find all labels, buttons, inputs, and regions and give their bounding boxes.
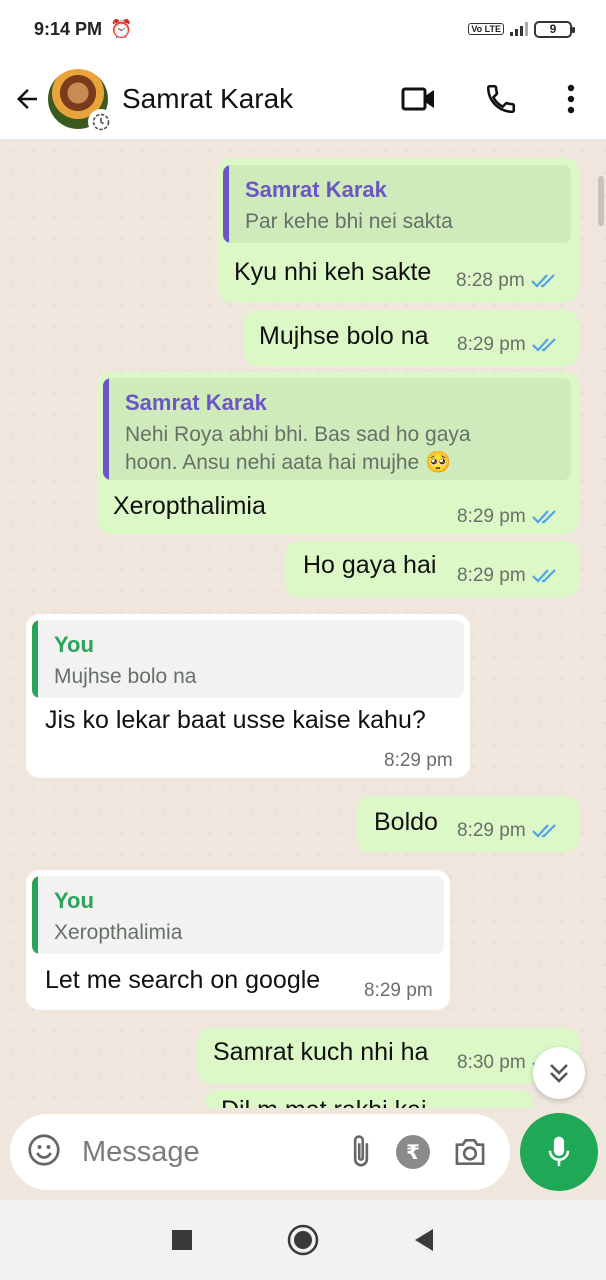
message-text: Kyu nhi keh sakte bbox=[234, 258, 432, 286]
voice-call-icon bbox=[486, 84, 516, 113]
status-indicators: Vo LTE 9 bbox=[468, 20, 575, 38]
message-meta: 8:29 pm bbox=[457, 565, 560, 587]
message-meta: 8:29 pm bbox=[457, 820, 560, 842]
message-composer: Message ₹ bbox=[10, 1114, 510, 1190]
camera-button[interactable] bbox=[452, 1136, 488, 1168]
quote-text: Xeropthalimia bbox=[54, 921, 183, 944]
disappearing-timer-icon bbox=[88, 108, 114, 135]
camera-icon bbox=[455, 1139, 485, 1165]
message-bubble[interactable]: Ho gaya hai 8:29 pm bbox=[285, 541, 579, 597]
message-bubble[interactable]: Mujhse bolo na 8:29 pm bbox=[243, 310, 579, 366]
quote-author: You bbox=[54, 888, 94, 913]
message-time: 8:29 pm bbox=[457, 506, 526, 527]
quote-author: Samrat Karak bbox=[245, 177, 387, 202]
read-ticks-icon bbox=[531, 338, 556, 352]
message-bubble[interactable]: Samrat Karak Nehi Roya abhi bhi. Bas sad… bbox=[97, 372, 579, 534]
status-bar: 9:14 PM ⏰ Vo LTE 9 bbox=[0, 0, 606, 58]
volte-badge: Vo LTE bbox=[468, 23, 504, 35]
message-meta: 8:29 pm bbox=[364, 980, 433, 1002]
quote-author: Samrat Karak bbox=[125, 390, 267, 415]
read-ticks-icon bbox=[530, 274, 555, 288]
voice-message-button[interactable] bbox=[520, 1113, 598, 1191]
avatar[interactable] bbox=[48, 68, 114, 135]
quoted-message[interactable]: Samrat Karak Par kehe bhi nei sakta bbox=[223, 165, 571, 243]
message-input[interactable]: Message bbox=[82, 1136, 348, 1169]
emoji-icon bbox=[28, 1133, 60, 1166]
attach-icon bbox=[353, 1135, 369, 1167]
video-call-icon bbox=[401, 87, 434, 110]
back-button[interactable] bbox=[0, 58, 54, 140]
scrollbar[interactable] bbox=[598, 176, 604, 226]
system-nav-bar bbox=[0, 1200, 606, 1280]
back-arrow-icon bbox=[17, 88, 37, 109]
message-bubble[interactable]: Boldo 8:29 pm bbox=[357, 796, 579, 852]
message-bubble[interactable]: Samrat Karak Par kehe bhi nei sakta Kyu … bbox=[217, 158, 579, 302]
quote-text-line-2: hoon. Ansu nehi aata hai mujhe 🥺 bbox=[125, 451, 452, 474]
battery-icon: 9 bbox=[534, 20, 575, 38]
chat-area[interactable]: Samrat Karak Par kehe bhi nei sakta Kyu … bbox=[0, 140, 606, 1108]
attach-button[interactable] bbox=[348, 1133, 374, 1171]
more-options-button[interactable] bbox=[556, 72, 586, 126]
read-ticks-icon bbox=[531, 824, 556, 838]
quote-text-line-1: Nehi Roya abhi bhi. Bas sad ho gaya bbox=[125, 423, 471, 446]
nav-recents-icon[interactable] bbox=[171, 1229, 193, 1251]
battery-level: 9 bbox=[549, 22, 557, 36]
message-time: 8:29 pm bbox=[457, 820, 526, 841]
message-text: Samrat kuch nhi ha bbox=[213, 1038, 429, 1066]
quote-text: Par kehe bhi nei sakta bbox=[245, 210, 453, 233]
video-call-button[interactable] bbox=[392, 72, 446, 126]
message-time: 8:29 pm bbox=[384, 750, 453, 771]
signal-icon bbox=[510, 22, 528, 36]
message-bubble[interactable]: You Xeropthalimia Let me search on googl… bbox=[26, 870, 450, 1010]
message-meta: 8:29 pm bbox=[457, 506, 560, 528]
chat-header: Samrat Karak bbox=[0, 58, 606, 140]
quote-author: You bbox=[54, 632, 94, 657]
quoted-message[interactable]: You Mujhse bolo na bbox=[32, 620, 464, 698]
message-bubble[interactable]: Dil m mat rakhi kai bbox=[205, 1090, 533, 1108]
mic-icon bbox=[548, 1136, 570, 1167]
message-text: Jis ko lekar baat usse kaise kahu? bbox=[45, 706, 426, 734]
message-meta: 8:29 pm bbox=[384, 750, 453, 772]
scroll-down-icon bbox=[550, 1064, 568, 1083]
message-meta: 8:28 pm bbox=[456, 270, 559, 292]
message-time: 8:30 pm bbox=[457, 1052, 526, 1073]
message-time: 8:29 pm bbox=[457, 565, 526, 586]
quoted-message[interactable]: Samrat Karak Nehi Roya abhi bhi. Bas sad… bbox=[103, 378, 571, 480]
voice-call-button[interactable] bbox=[474, 72, 528, 126]
message-time: 8:29 pm bbox=[364, 980, 433, 1001]
message-text: Boldo bbox=[374, 808, 438, 836]
message-time: 8:29 pm bbox=[457, 334, 526, 355]
message-bubble[interactable]: You Mujhse bolo na Jis ko lekar baat uss… bbox=[26, 614, 470, 778]
nav-back-icon[interactable] bbox=[413, 1228, 435, 1252]
contact-name[interactable]: Samrat Karak bbox=[122, 83, 392, 115]
message-text: Mujhse bolo na bbox=[259, 322, 429, 350]
payment-button[interactable]: ₹ bbox=[396, 1135, 430, 1169]
more-options-icon bbox=[567, 84, 575, 113]
message-bubble[interactable]: Samrat kuch nhi ha 8:30 pm bbox=[198, 1028, 579, 1084]
rupee-icon: ₹ bbox=[396, 1135, 430, 1169]
emoji-button[interactable] bbox=[26, 1132, 62, 1173]
read-ticks-icon bbox=[531, 510, 556, 524]
nav-home-icon[interactable] bbox=[287, 1224, 319, 1256]
quote-text: Mujhse bolo na bbox=[54, 665, 197, 688]
status-time: 9:14 PM bbox=[34, 18, 103, 39]
message-time: 8:28 pm bbox=[456, 270, 525, 291]
quoted-message[interactable]: You Xeropthalimia bbox=[32, 876, 444, 954]
message-meta: 8:29 pm bbox=[457, 334, 560, 356]
message-text: Ho gaya hai bbox=[303, 551, 437, 579]
message-text: Let me search on google bbox=[45, 966, 321, 994]
alarm-icon: ⏰ bbox=[110, 18, 133, 39]
read-ticks-icon bbox=[531, 569, 556, 583]
message-text: Xeropthalimia bbox=[113, 492, 266, 520]
scroll-to-bottom-button[interactable] bbox=[533, 1047, 585, 1099]
message-text: Dil m mat rakhi kai bbox=[221, 1096, 427, 1108]
